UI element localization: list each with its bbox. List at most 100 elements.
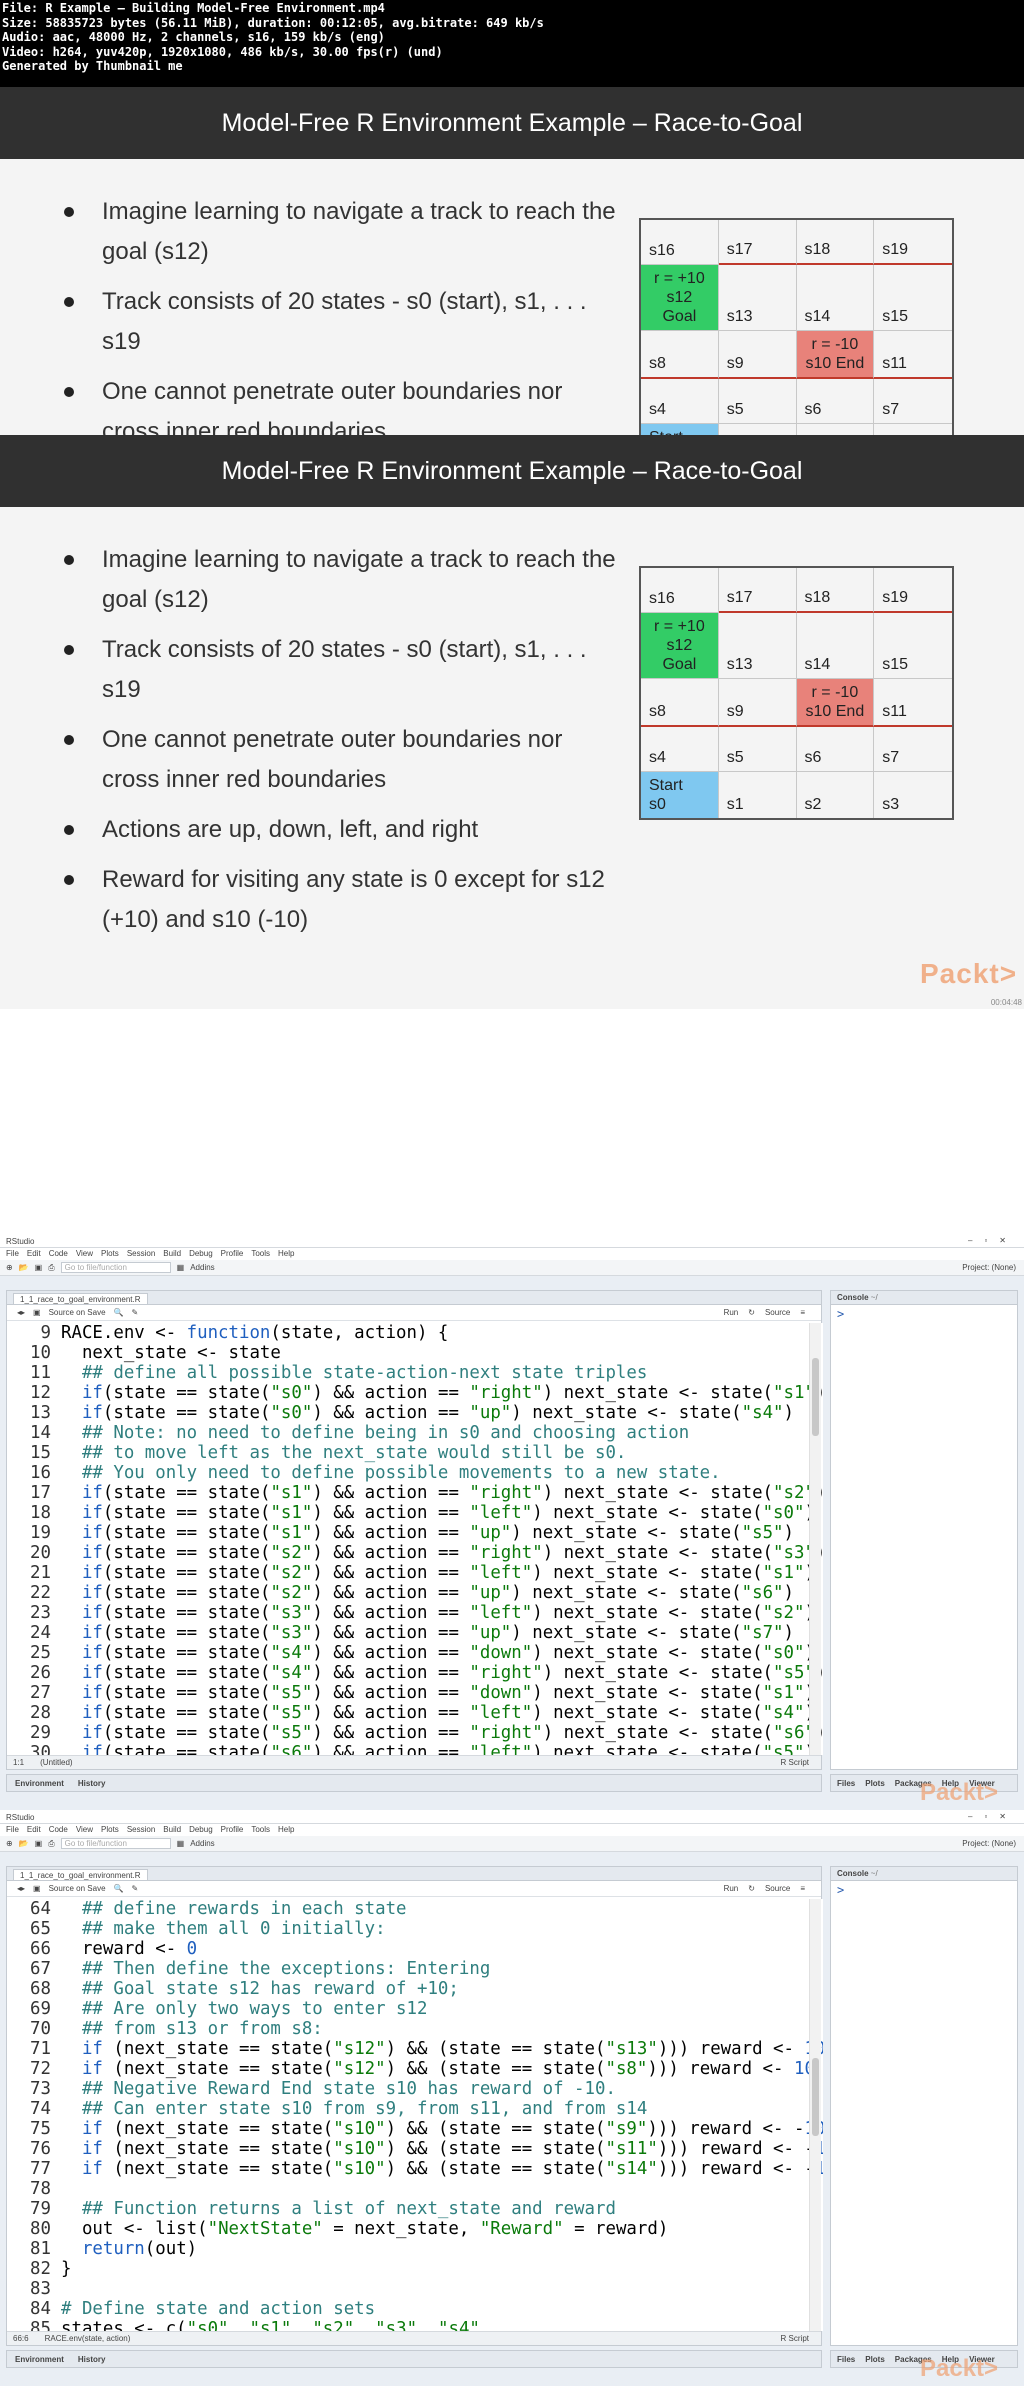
menu-view[interactable]: View (76, 1249, 93, 1259)
search-icon[interactable]: 🔍 (114, 1308, 124, 1317)
code-line[interactable]: 12 if(state == state("s0") && action == … (7, 1383, 823, 1403)
line-source[interactable]: if(state == state("s1") && action == "ri… (61, 1483, 823, 1503)
code-line[interactable]: 30 if(state == state("s6") && action == … (7, 1743, 823, 1755)
line-source[interactable]: if(state == state("s1") && action == "up… (61, 1523, 823, 1543)
tab-files[interactable]: Files (837, 1779, 855, 1788)
code-line[interactable]: 10 next_state <- state (7, 1343, 823, 1363)
code-line[interactable]: 79 ## Function returns a list of next_st… (7, 2199, 823, 2219)
code-area[interactable]: 64 ## define rewards in each state 65 ## … (7, 1899, 823, 2331)
tab-history[interactable]: History (78, 1779, 106, 1788)
line-source[interactable]: if(state == state("s2") && action == "ri… (61, 1543, 823, 1563)
line-source[interactable]: } (61, 2259, 823, 2279)
line-source[interactable]: next_state <- state (61, 1343, 823, 1363)
code-line[interactable]: 75 if (next_state == state("s10") && (st… (7, 2119, 823, 2139)
code-line[interactable]: 18 if(state == state("s1") && action == … (7, 1503, 823, 1523)
code-line[interactable]: 69 ## Are only two ways to enter s12 (7, 1999, 823, 2019)
code-line[interactable]: 64 ## define rewards in each state (7, 1899, 823, 1919)
file-type[interactable]: R Script (781, 1758, 809, 1767)
tab-plots[interactable]: Plots (865, 2355, 885, 2364)
line-source[interactable]: if(state == state("s3") && action == "up… (61, 1623, 823, 1643)
addins-button[interactable]: Addins (190, 1839, 214, 1848)
code-line[interactable]: 82} (7, 2259, 823, 2279)
line-source[interactable]: # Define state and action sets (61, 2299, 823, 2319)
code-line[interactable]: 20 if(state == state("s2") && action == … (7, 1543, 823, 1563)
console-pane[interactable]: Console ~/ > (830, 1290, 1018, 1770)
line-source[interactable]: reward <- 0 (61, 1939, 823, 1959)
console-prompt[interactable]: > (831, 1305, 1017, 1323)
source-button[interactable]: Source (765, 1308, 790, 1317)
menu-help[interactable]: Help (278, 1825, 294, 1835)
search-icon[interactable]: 🔍 (114, 1884, 124, 1893)
line-source[interactable]: if (next_state == state("s12") && (state… (61, 2039, 823, 2059)
code-line[interactable]: 29 if(state == state("s5") && action == … (7, 1723, 823, 1743)
code-line[interactable]: 16 ## You only need to define possible m… (7, 1463, 823, 1483)
line-source[interactable]: if(state == state("s4") && action == "do… (61, 1643, 823, 1663)
code-line[interactable]: 66 reward <- 0 (7, 1939, 823, 1959)
code-line[interactable]: 68 ## Goal state s12 has reward of +10; (7, 1979, 823, 1999)
tab-environment[interactable]: Environment (15, 1779, 64, 1788)
code-line[interactable]: 11 ## define all possible state-action-n… (7, 1363, 823, 1383)
code-line[interactable]: 72 if (next_state == state("s12") && (st… (7, 2059, 823, 2079)
code-line[interactable]: 15 ## to move left as the next_state wou… (7, 1443, 823, 1463)
code-line[interactable]: 21 if(state == state("s2") && action == … (7, 1563, 823, 1583)
print-icon[interactable]: ⎙ (48, 1839, 54, 1849)
menu-profile[interactable]: Profile (221, 1825, 244, 1835)
code-line[interactable]: 80 out <- list("NextState" = next_state,… (7, 2219, 823, 2239)
scroll-thumb[interactable] (812, 2058, 819, 2136)
line-source[interactable]: if(state == state("s0") && action == "up… (61, 1403, 823, 1423)
run-button[interactable]: Run (724, 1308, 739, 1317)
code-line[interactable]: 81 return(out) (7, 2239, 823, 2259)
code-line[interactable]: 14 ## Note: no need to define being in s… (7, 1423, 823, 1443)
code-area[interactable]: 9 RACE.env <- function(state, action) {10… (7, 1323, 823, 1755)
window-controls[interactable]: –▫✕ (968, 1812, 1018, 1821)
rerun-icon[interactable]: ↻ (748, 1308, 755, 1317)
menu-code[interactable]: Code (49, 1249, 68, 1259)
line-source[interactable]: return(out) (61, 2239, 823, 2259)
go-to-file-input[interactable]: Go to file/function (60, 1838, 171, 1849)
line-source[interactable]: if(state == state("s4") && action == "ri… (61, 1663, 823, 1683)
line-source[interactable] (61, 2179, 823, 2199)
line-source[interactable]: ## make them all 0 initially: (61, 1919, 823, 1939)
menu-plots[interactable]: Plots (101, 1249, 119, 1259)
back-arrow-icon[interactable]: ◂▸ (17, 1308, 25, 1317)
code-line[interactable]: 28 if(state == state("s5") && action == … (7, 1703, 823, 1723)
new-file-icon[interactable]: ⊕ (6, 1839, 13, 1848)
open-file-icon[interactable]: 📂 (19, 1839, 29, 1848)
line-source[interactable]: ## Note: no need to define being in s0 a… (61, 1423, 823, 1443)
scope-indicator[interactable]: RACE.env(state, action) (45, 2334, 131, 2343)
line-source[interactable]: RACE.env <- function(state, action) { (61, 1323, 823, 1343)
line-source[interactable]: if (next_state == state("s12") && (state… (61, 2059, 823, 2079)
code-line[interactable]: 23 if(state == state("s3") && action == … (7, 1603, 823, 1623)
line-source[interactable]: ## from s13 or from s8: (61, 2019, 823, 2039)
menu-profile[interactable]: Profile (221, 1249, 244, 1259)
console-prompt[interactable]: > (831, 1881, 1017, 1899)
new-file-icon[interactable]: ⊕ (6, 1263, 13, 1272)
editor-scrollbar[interactable] (809, 1899, 821, 2331)
save-editor-icon[interactable]: ▣ (33, 1884, 41, 1893)
line-source[interactable]: if(state == state("s6") && action == "le… (61, 1743, 823, 1755)
code-line[interactable]: 73 ## Negative Reward End state s10 has … (7, 2079, 823, 2099)
tab-environment[interactable]: Environment (15, 2355, 64, 2364)
menu-tools[interactable]: Tools (251, 1249, 270, 1259)
code-line[interactable]: 83 (7, 2279, 823, 2299)
menu-file[interactable]: File (6, 1249, 19, 1259)
line-source[interactable]: states <- c("s0", "s1", "s2", "s3", "s4"… (61, 2319, 823, 2331)
wand-icon[interactable]: ✎ (132, 1884, 139, 1893)
menu-build[interactable]: Build (163, 1825, 181, 1835)
code-line[interactable]: 76 if (next_state == state("s10") && (st… (7, 2139, 823, 2159)
code-line[interactable]: 26 if(state == state("s4") && action == … (7, 1663, 823, 1683)
code-line[interactable]: 70 ## from s13 or from s8: (7, 2019, 823, 2039)
line-source[interactable]: ## Are only two ways to enter s12 (61, 1999, 823, 2019)
menu-file[interactable]: File (6, 1825, 19, 1835)
code-line[interactable]: 84 # Define state and action sets (7, 2299, 823, 2319)
grid-icon[interactable]: ▦ (177, 1839, 185, 1848)
line-source[interactable]: ## Negative Reward End state s10 has rew… (61, 2079, 823, 2099)
tab-history[interactable]: History (78, 2355, 106, 2364)
menu-session[interactable]: Session (127, 1825, 155, 1835)
code-line[interactable]: 13 if(state == state("s0") && action == … (7, 1403, 823, 1423)
line-source[interactable]: if(state == state("s2") && action == "up… (61, 1583, 823, 1603)
menu-plots[interactable]: Plots (101, 1825, 119, 1835)
line-source[interactable]: if(state == state("s0") && action == "ri… (61, 1383, 823, 1403)
code-line[interactable]: 65 ## make them all 0 initially: (7, 1919, 823, 1939)
code-line[interactable]: 67 ## Then define the exceptions: Enteri… (7, 1959, 823, 1979)
